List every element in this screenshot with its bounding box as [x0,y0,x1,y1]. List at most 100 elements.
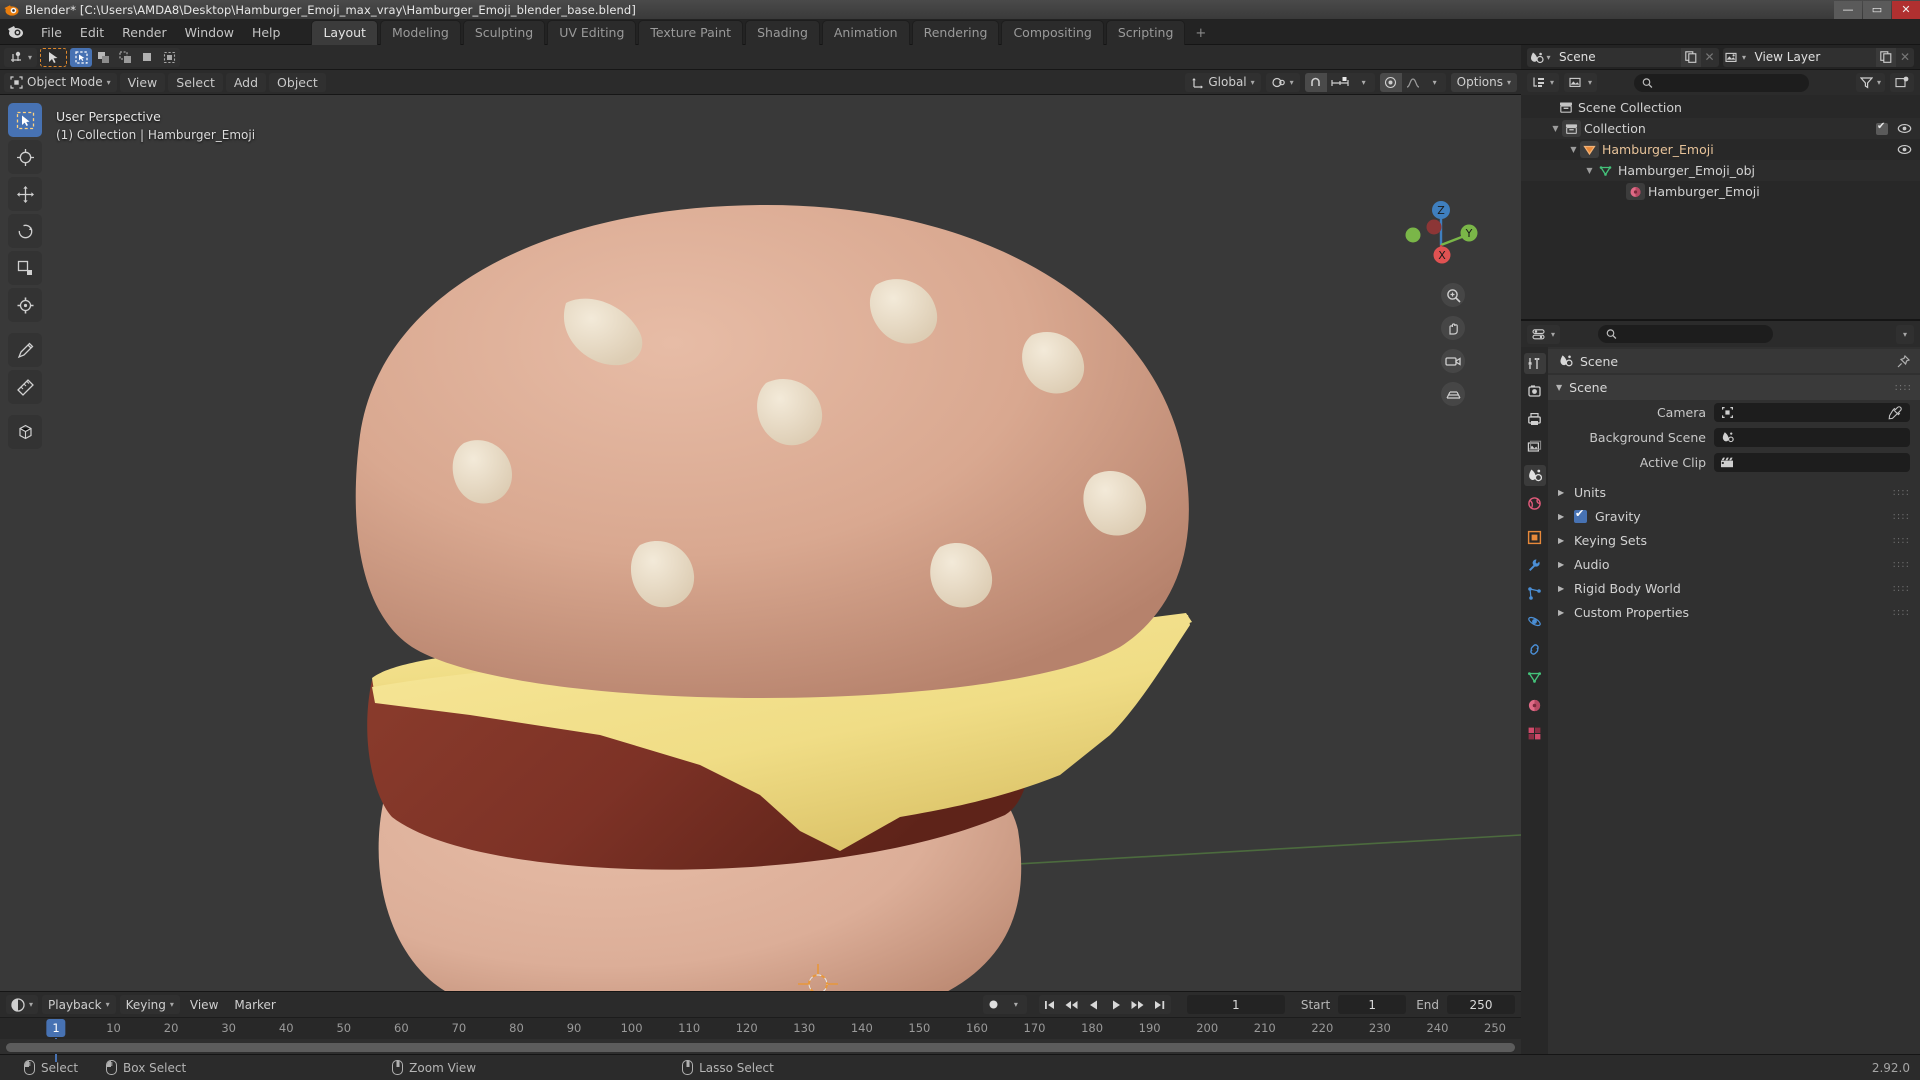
tool-measure[interactable] [8,370,42,404]
maximize-button[interactable]: ▭ [1863,0,1891,19]
tab-texture-paint[interactable]: Texture Paint [638,19,744,45]
pivot-point-selector[interactable]: ▾ [1265,72,1300,92]
expand-triangle[interactable]: ▶ [1558,584,1566,593]
current-frame-indicator[interactable]: 1 [46,1019,66,1037]
timeline-menu-marker[interactable]: Marker [228,995,281,1014]
mode-selector[interactable]: Object Mode ▾ [4,72,117,92]
next-keyframe-button[interactable] [1127,995,1149,1014]
timeline-menu-playback[interactable]: Playback ▾ [42,995,116,1014]
timeline-ruler[interactable]: 1 10 20 30 40 50 60 70 80 90 100 110 120 130 140 150 160… [0,1017,1521,1062]
tweak-select-icon[interactable] [70,47,93,67]
tab-modifiers[interactable] [1524,555,1546,576]
panel-collapse-triangle[interactable]: ▼ [1556,383,1562,392]
editor-type-selector[interactable]: ▾ [4,47,38,67]
tab-layout[interactable]: Layout [311,19,378,45]
outliner-editor-type-selector[interactable]: ▾ [1527,73,1560,92]
active-tool-selector[interactable] [40,47,68,67]
outliner-search-input[interactable] [1657,75,1802,90]
subpanel-rigid-body-world[interactable]: ▶ Rigid Body World :::: [1548,576,1920,600]
tab-compositing[interactable]: Compositing [1001,19,1104,45]
tab-output[interactable] [1524,409,1546,430]
properties-editor-type-selector[interactable]: ▾ [1527,324,1561,344]
unlink-scene-button[interactable]: ✕ [1701,50,1719,64]
transport-controls[interactable] [1038,995,1171,1014]
camera-field[interactable] [1714,403,1910,422]
snap-magnet-icon[interactable] [1304,72,1327,92]
tab-shading[interactable]: Shading [745,19,820,45]
previous-keyframe-button[interactable] [1061,995,1083,1014]
tab-constraints[interactable] [1524,639,1546,660]
auto-keying-caret[interactable]: ▾ [1005,995,1027,1014]
collection-exclude-checkbox[interactable] [1876,121,1888,135]
jump-to-end-button[interactable] [1149,995,1171,1014]
viewport-options-button[interactable]: Options ▾ [1450,72,1517,92]
expand-triangle[interactable]: ▼ [1583,166,1596,175]
expand-triangle[interactable]: ▶ [1558,560,1566,569]
expand-triangle[interactable]: ▶ [1558,608,1566,617]
3d-viewport[interactable]: ▾ ▾ ▾ [0,95,1521,991]
scene-panel-header[interactable]: ▼ Scene :::: [1548,375,1920,400]
toggle-camera-view-icon[interactable] [1441,349,1465,373]
background-scene-field[interactable] [1714,428,1910,447]
outliner-row-scene-collection[interactable]: Scene Collection [1521,97,1920,118]
outliner-row-hamburger-emoji-material[interactable]: Hamburger_Emoji [1521,181,1920,202]
tool-scale[interactable] [8,251,42,285]
viewport-menu-select[interactable]: Select [168,72,223,92]
tab-render[interactable] [1524,381,1546,402]
properties-options-caret[interactable]: ▾ [1895,324,1914,344]
viewport-menu-view[interactable]: View [119,72,166,92]
subpanel-keying-sets[interactable]: ▶ Keying Sets :::: [1548,528,1920,552]
close-button[interactable]: ✕ [1892,0,1920,19]
timeline-body[interactable] [0,1039,1521,1054]
end-frame-field[interactable]: 250 [1447,995,1515,1014]
timeline-horizontal-scrollbar[interactable] [6,1043,1515,1052]
tab-animation[interactable]: Animation [821,19,910,45]
snap-dropdown-caret[interactable]: ▾ [1353,73,1375,92]
tab-modeling[interactable]: Modeling [379,19,461,45]
tab-material[interactable] [1524,695,1546,716]
view-layer-icon[interactable]: ▾ [1723,51,1749,64]
tool-select-box[interactable] [8,103,42,137]
add-workspace-button[interactable]: + [1187,22,1214,45]
outliner-filter-button[interactable]: ▾ [1855,73,1885,92]
active-clip-field[interactable] [1714,453,1910,472]
move-view-icon[interactable] [1441,316,1465,340]
menu-help[interactable]: Help [243,22,290,43]
outliner-row-collection[interactable]: ▼ Collection [1521,118,1920,139]
auto-keying-group[interactable]: ▾ [982,995,1027,1014]
properties-search-box[interactable] [1598,325,1774,343]
proportional-edit-group[interactable]: ▾ [1379,72,1446,92]
tool-cursor[interactable] [8,140,42,174]
tab-scene[interactable] [1523,465,1546,486]
timeline-editor-type-selector[interactable]: ▾ [6,995,39,1014]
navigation-gizmo[interactable]: Z Y X [1401,193,1481,273]
tab-rendering[interactable]: Rendering [911,19,1000,45]
menu-edit[interactable]: Edit [71,22,113,43]
viewport-menu-object[interactable]: Object [269,72,326,92]
tab-particles[interactable] [1524,583,1546,604]
outliner-new-collection-button[interactable] [1890,73,1914,92]
tab-scripting[interactable]: Scripting [1105,19,1186,45]
menu-file[interactable]: File [32,22,71,43]
snap-increment-icon[interactable] [1327,73,1353,92]
circle-select-icon[interactable] [114,48,136,67]
record-icon[interactable] [983,995,1005,1014]
tool-add-cube[interactable] [8,415,42,449]
falloff-curve-icon[interactable] [1402,73,1424,92]
timeline-menu-keying[interactable]: Keying ▾ [119,995,180,1014]
menu-render[interactable]: Render [113,22,176,43]
scene-selector[interactable]: ▾ Scene ✕ [1527,47,1719,67]
tab-view-layer[interactable] [1524,437,1546,458]
tab-world[interactable] [1524,493,1546,514]
zoom-view-icon[interactable] [1441,283,1465,307]
transform-orientation-selector[interactable]: Global ▾ [1185,72,1261,92]
pin-icon[interactable] [1897,354,1910,368]
remove-view-layer-button[interactable]: ✕ [1896,50,1914,64]
extend-select-icon[interactable] [158,48,180,67]
eyedropper-icon[interactable] [1888,405,1904,420]
snap-group[interactable]: ▾ [1304,72,1375,92]
tool-annotate[interactable] [8,333,42,367]
subpanel-gravity[interactable]: ▶ Gravity :::: [1548,504,1920,528]
subpanel-units[interactable]: ▶ Units :::: [1548,480,1920,504]
tab-physics[interactable] [1524,611,1546,632]
